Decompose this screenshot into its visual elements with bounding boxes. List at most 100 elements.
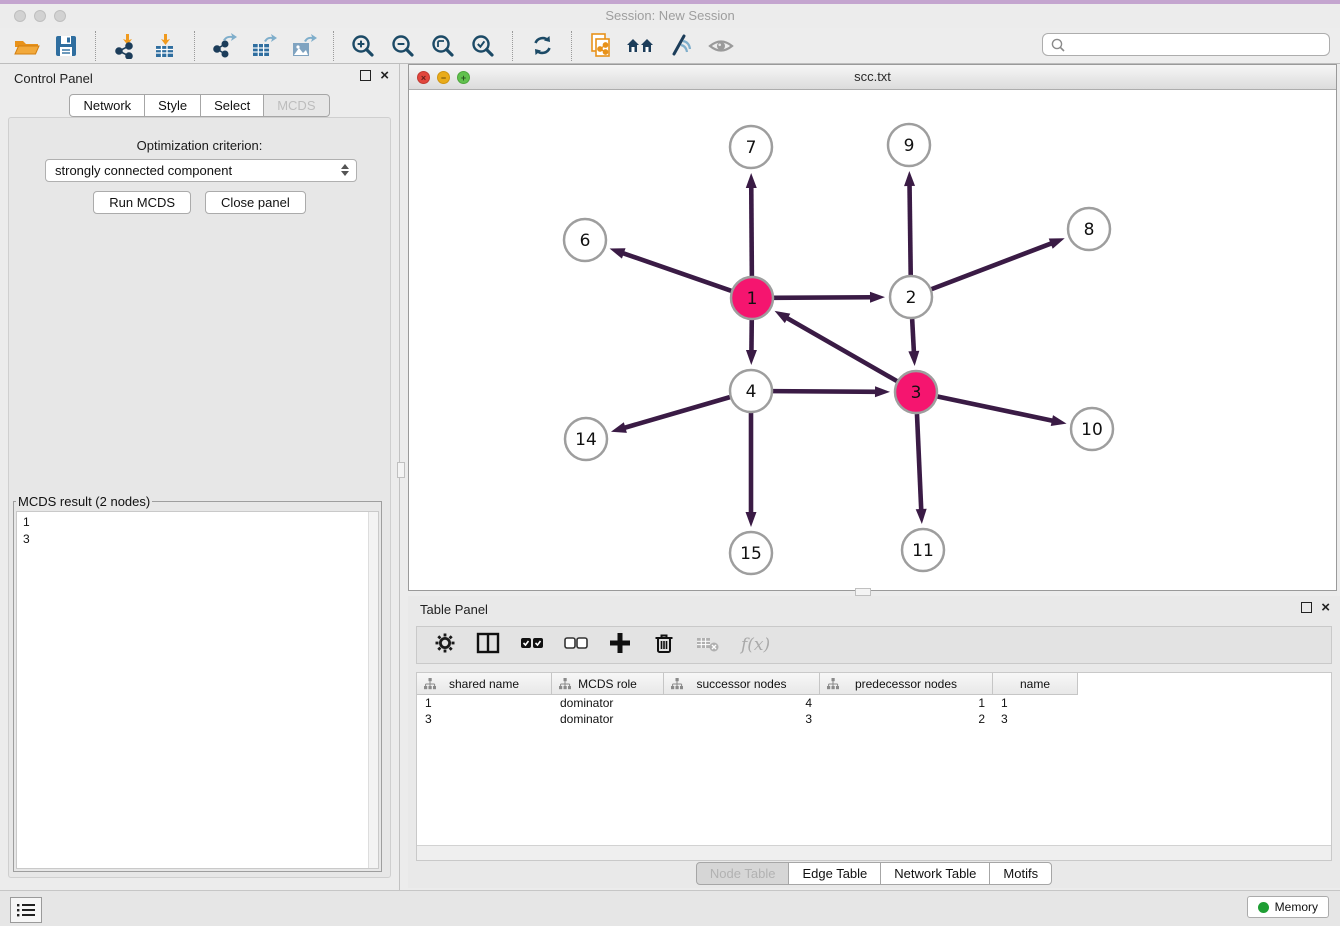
edge-2-8[interactable]: [932, 243, 1053, 289]
float-table-panel-icon[interactable]: [1301, 602, 1312, 613]
edge-3-11[interactable]: [917, 414, 921, 511]
column-header-shared-name[interactable]: shared name: [417, 673, 552, 695]
search-input[interactable]: [1069, 37, 1329, 53]
export-table-button[interactable]: [244, 29, 284, 63]
delete-table-button[interactable]: [695, 630, 723, 661]
memory-status-icon: [1258, 902, 1269, 913]
table-cell[interactable]: 3: [993, 712, 1078, 726]
graphics-details-button[interactable]: [661, 29, 701, 63]
float-panel-icon[interactable]: [360, 70, 371, 81]
import-network-button[interactable]: [105, 29, 145, 63]
edge-4-3[interactable]: [773, 391, 877, 392]
tab-select[interactable]: Select: [200, 94, 264, 117]
status-bar: Memory: [0, 890, 1340, 926]
edge-arrowhead: [746, 512, 757, 527]
edge-1-7[interactable]: [751, 186, 752, 276]
tab-network[interactable]: Network: [69, 94, 145, 117]
network-view-window: × − + scc.txt 7968124314101511: [408, 64, 1337, 591]
table-options-button[interactable]: [433, 630, 457, 661]
table-cell[interactable]: 3: [664, 712, 820, 726]
close-table-panel-icon[interactable]: ×: [1321, 603, 1330, 613]
import-table-button[interactable]: [145, 29, 185, 63]
edge-1-6[interactable]: [622, 253, 731, 291]
birds-eye-view-button[interactable]: [701, 29, 741, 63]
table-cell[interactable]: 4: [664, 696, 820, 710]
column-header-predecessor-nodes[interactable]: predecessor nodes: [820, 673, 993, 695]
column-header-successor-nodes[interactable]: successor nodes: [664, 673, 820, 695]
edge-2-3[interactable]: [912, 319, 914, 353]
function-builder-button[interactable]: f(x): [741, 635, 770, 655]
zoom-in-button[interactable]: [343, 29, 383, 63]
table-cell[interactable]: dominator: [552, 696, 664, 710]
zoom-out-button[interactable]: [383, 29, 423, 63]
delete-columns-button[interactable]: [651, 630, 677, 661]
zoom-selected-button[interactable]: [463, 29, 503, 63]
edge-4-14[interactable]: [623, 397, 729, 428]
network-window-titlebar[interactable]: × − + scc.txt: [409, 65, 1336, 90]
open-session-button[interactable]: [6, 29, 46, 63]
new-network-from-selection-button[interactable]: [581, 29, 621, 63]
show-columns-button[interactable]: [475, 630, 501, 661]
table-cell[interactable]: 2: [820, 712, 993, 726]
search-field[interactable]: [1042, 33, 1330, 56]
unselect-all-columns-button[interactable]: [563, 630, 589, 661]
horizontal-splitter-grip[interactable]: [855, 588, 871, 596]
edge-arrowhead: [611, 422, 627, 433]
save-session-button[interactable]: [46, 29, 86, 63]
table-horizontal-scrollbar[interactable]: [417, 845, 1331, 860]
columns-icon: [475, 630, 501, 656]
create-column-button[interactable]: [607, 630, 633, 661]
table-panel-title: Table Panel: [420, 602, 488, 617]
table-row[interactable]: 1dominator411: [417, 695, 1331, 711]
close-panel-button[interactable]: Close panel: [205, 191, 306, 214]
memory-button[interactable]: Memory: [1247, 896, 1329, 918]
table-cell[interactable]: dominator: [552, 712, 664, 726]
table-row[interactable]: 3dominator323: [417, 711, 1331, 727]
edge-arrowhead: [610, 248, 626, 258]
network-window-title: scc.txt: [409, 69, 1336, 84]
select-all-columns-button[interactable]: [519, 630, 545, 661]
mcds-result-box[interactable]: 1 3: [16, 511, 379, 869]
tab-mcds[interactable]: MCDS: [263, 94, 329, 117]
table-cell[interactable]: 3: [417, 712, 552, 726]
table-tab-node-table[interactable]: Node Table: [696, 862, 790, 885]
edge-2-9[interactable]: [910, 184, 911, 275]
mcds-result-text: 1 3: [23, 514, 30, 548]
document-network-icon: [588, 32, 615, 59]
table-cell[interactable]: 1: [417, 696, 552, 710]
edge-arrowhead: [1051, 415, 1067, 426]
column-header-MCDS-role[interactable]: MCDS role: [552, 673, 664, 695]
column-header-name[interactable]: name: [993, 673, 1078, 695]
table-tabs: Node TableEdge TableNetwork TableMotifs: [408, 862, 1340, 885]
table-cell[interactable]: 1: [993, 696, 1078, 710]
export-network-button[interactable]: [204, 29, 244, 63]
result-scrollbar[interactable]: [368, 512, 378, 868]
export-table-icon: [250, 32, 278, 59]
toolbar-separator: [194, 31, 195, 61]
edge-1-2[interactable]: [774, 297, 872, 298]
table-tab-network-table[interactable]: Network Table: [880, 862, 990, 885]
zoom-out-icon: [390, 33, 416, 59]
export-image-button[interactable]: [284, 29, 324, 63]
refresh-icon: [529, 32, 556, 59]
close-panel-icon[interactable]: ×: [380, 71, 389, 81]
edge-3-1[interactable]: [786, 317, 897, 381]
criterion-select[interactable]: strongly connected component: [45, 159, 357, 182]
mcds-pane: Optimization criterion: strongly connect…: [8, 117, 391, 878]
tab-style[interactable]: Style: [144, 94, 201, 117]
column-namespace-icon: [827, 678, 839, 690]
table-tab-motifs[interactable]: Motifs: [989, 862, 1052, 885]
table-cell[interactable]: 1: [820, 696, 993, 710]
run-mcds-button[interactable]: Run MCDS: [93, 191, 191, 214]
edge-arrowhead: [904, 171, 915, 186]
criterion-value: strongly connected component: [55, 163, 232, 178]
edge-3-10[interactable]: [938, 397, 1054, 421]
refresh-button[interactable]: [522, 29, 562, 63]
network-graph-canvas[interactable]: 7968124314101511: [409, 90, 1336, 590]
zoom-fit-button[interactable]: [423, 29, 463, 63]
vertical-splitter-grip[interactable]: [397, 462, 405, 478]
table-tab-edge-table[interactable]: Edge Table: [788, 862, 881, 885]
task-history-button[interactable]: [10, 897, 42, 923]
app-title: Session: New Session: [0, 8, 1340, 23]
apply-preferred-layout-button[interactable]: [621, 29, 661, 63]
